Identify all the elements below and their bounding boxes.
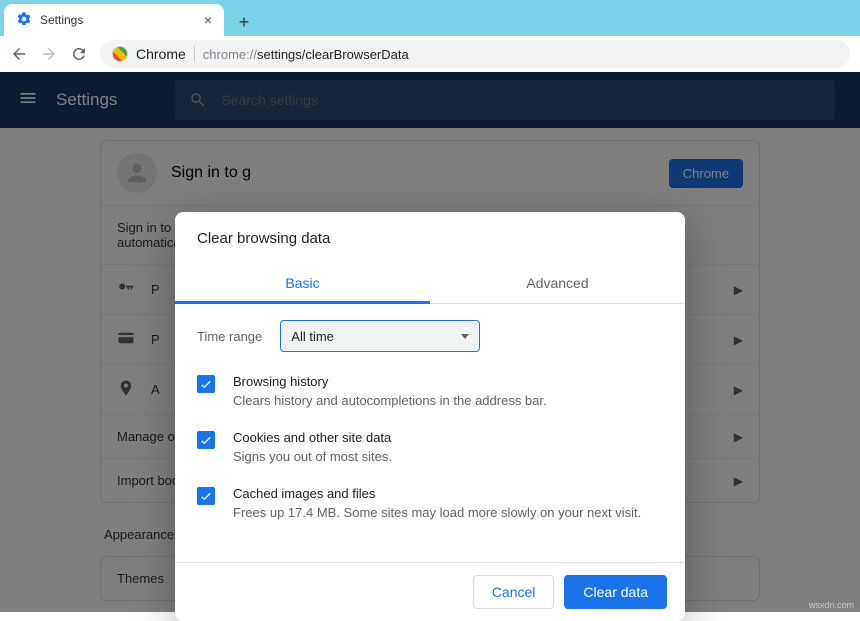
tab-title: Settings bbox=[40, 13, 83, 27]
clear-data-button[interactable]: Clear data bbox=[564, 575, 667, 609]
browser-tab-strip: Settings × + bbox=[0, 0, 860, 36]
dropdown-value: All time bbox=[291, 329, 334, 344]
option-title: Cached images and files bbox=[233, 486, 641, 501]
browser-tab[interactable]: Settings × bbox=[4, 4, 224, 36]
reload-button[interactable] bbox=[70, 45, 88, 63]
option-cache[interactable]: Cached images and files Frees up 17.4 MB… bbox=[197, 486, 663, 520]
option-browsing-history[interactable]: Browsing history Clears history and auto… bbox=[197, 374, 663, 408]
settings-gear-icon bbox=[16, 11, 32, 30]
url-text: chrome://settings/clearBrowserData bbox=[203, 47, 409, 62]
dialog-tabs: Basic Advanced bbox=[175, 263, 685, 304]
option-cookies[interactable]: Cookies and other site data Signs you ou… bbox=[197, 430, 663, 464]
option-title: Browsing history bbox=[233, 374, 547, 389]
checkbox[interactable] bbox=[197, 375, 215, 393]
close-tab-icon[interactable]: × bbox=[204, 12, 212, 28]
forward-button[interactable] bbox=[40, 45, 58, 63]
watermark: wsxdn.com bbox=[809, 600, 854, 610]
tab-basic[interactable]: Basic bbox=[175, 263, 430, 303]
time-range-dropdown[interactable]: All time bbox=[280, 320, 480, 352]
tab-advanced[interactable]: Advanced bbox=[430, 263, 685, 303]
chrome-icon bbox=[112, 46, 128, 62]
new-tab-button[interactable]: + bbox=[230, 8, 258, 36]
time-range-label: Time range bbox=[197, 329, 262, 344]
caret-down-icon bbox=[461, 334, 469, 339]
option-title: Cookies and other site data bbox=[233, 430, 392, 445]
option-desc: Signs you out of most sites. bbox=[233, 449, 392, 464]
omnibox-label: Chrome bbox=[136, 46, 186, 62]
dialog-title: Clear browsing data bbox=[175, 212, 685, 253]
option-desc: Clears history and autocompletions in th… bbox=[233, 393, 547, 408]
checkbox[interactable] bbox=[197, 487, 215, 505]
checkbox[interactable] bbox=[197, 431, 215, 449]
cancel-button[interactable]: Cancel bbox=[473, 575, 555, 609]
clear-browsing-data-dialog: Clear browsing data Basic Advanced Time … bbox=[175, 212, 685, 621]
option-desc: Frees up 17.4 MB. Some sites may load mo… bbox=[233, 505, 641, 520]
browser-toolbar: Chrome chrome://settings/clearBrowserDat… bbox=[0, 36, 860, 72]
address-bar[interactable]: Chrome chrome://settings/clearBrowserDat… bbox=[100, 40, 850, 68]
separator bbox=[194, 46, 195, 62]
back-button[interactable] bbox=[10, 45, 28, 63]
